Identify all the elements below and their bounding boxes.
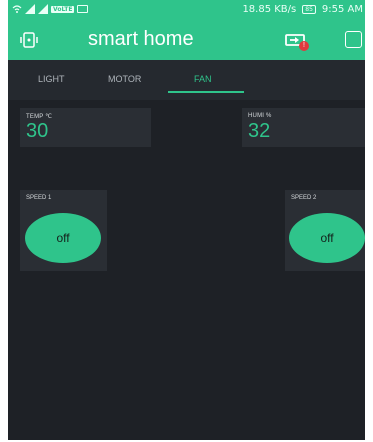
speed1-button[interactable]: off xyxy=(25,213,101,263)
speed2-label: SPEED 2 xyxy=(291,195,317,201)
tab-motor[interactable]: MOTOR xyxy=(108,74,141,84)
network-speed: 18.85 KB/s xyxy=(242,4,297,15)
active-tab-indicator xyxy=(168,91,244,93)
app-title: smart home xyxy=(88,28,194,50)
message-icon xyxy=(77,5,89,13)
signal-icon-2 xyxy=(38,4,48,14)
speed2-widget: SPEED 2 off xyxy=(285,190,365,271)
humi-value: 32 xyxy=(248,120,271,142)
tab-bar: LIGHT MOTOR FAN xyxy=(8,60,365,100)
temp-label: TEMP ℃ xyxy=(26,114,53,120)
temp-display[interactable]: TEMP ℃ 30 xyxy=(20,108,151,147)
signal-icon xyxy=(25,4,35,14)
stop-icon[interactable] xyxy=(345,31,362,48)
battery-icon: 85 xyxy=(302,5,316,14)
temp-value: 30 xyxy=(26,120,49,142)
status-left: VoLTE xyxy=(12,4,89,14)
device-selector-icon[interactable] xyxy=(20,31,38,49)
app-bar: smart home ! xyxy=(8,22,365,60)
speed1-widget: SPEED 1 off xyxy=(20,190,107,271)
tab-fan[interactable]: FAN xyxy=(194,74,212,84)
volte-badge: VoLTE xyxy=(51,5,75,13)
wifi-icon xyxy=(12,5,22,13)
status-bar: VoLTE 18.85 KB/s 85 9:55 AM xyxy=(8,0,365,22)
tab-light[interactable]: LIGHT xyxy=(38,74,65,84)
speed2-button[interactable]: off xyxy=(289,213,365,263)
status-right: 18.85 KB/s 85 9:55 AM xyxy=(242,4,363,15)
humi-label: HUMI % xyxy=(248,113,272,119)
phone-screen: VoLTE 18.85 KB/s 85 9:55 AM smart home !… xyxy=(8,0,365,440)
clock: 9:55 AM xyxy=(321,4,363,15)
humi-display[interactable]: HUMI % 32 xyxy=(242,108,365,147)
notification-badge: ! xyxy=(299,41,309,51)
speed1-label: SPEED 1 xyxy=(26,195,52,201)
